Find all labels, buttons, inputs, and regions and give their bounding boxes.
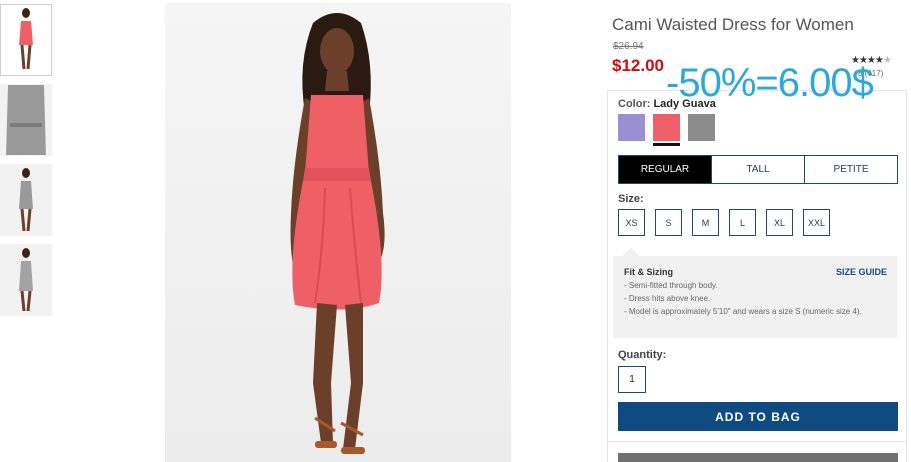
gray-dress-front-image [19, 168, 33, 232]
discount-overlay-text: -50%=6.00$ [666, 61, 874, 105]
panel-divider [607, 441, 907, 442]
list-item: - Semi-fitted through body. [624, 281, 718, 290]
size-xl-button[interactable]: XL [766, 209, 793, 236]
size-s-button[interactable]: S [655, 209, 682, 236]
tab-petite[interactable]: PETITE [804, 156, 897, 183]
size-guide-link[interactable]: SIZE GUIDE [836, 267, 887, 277]
tab-tall[interactable]: TALL [711, 156, 804, 183]
main-product-image[interactable] [165, 3, 511, 462]
thumbnail-strip [0, 4, 54, 324]
size-l-button[interactable]: L [729, 209, 756, 236]
quantity-label: Quantity: [618, 349, 667, 361]
tab-regular[interactable]: REGULAR [619, 156, 711, 183]
fit-tabs: REGULAR TALL PETITE [618, 155, 898, 184]
gray-dress-back-image [19, 248, 33, 312]
size-label: Size: [618, 193, 644, 205]
list-item: - Model is approximately 5'10" and wears… [624, 307, 862, 316]
thumb-front[interactable] [0, 4, 52, 76]
fit-details-list: - Semi-fitted through body. - Dress hits… [624, 281, 886, 320]
list-item: - Dress hits above knee. [624, 294, 711, 303]
color-swatch-purple[interactable] [618, 114, 645, 141]
thumb-gray-back[interactable] [0, 244, 52, 316]
model-in-dress-image [165, 3, 511, 462]
quantity-input[interactable]: 1 [618, 366, 646, 393]
size-xxl-button[interactable]: XXL [803, 209, 830, 236]
fit-sizing-box: Fit & Sizing SIZE GUIDE - Semi-fitted th… [613, 247, 897, 338]
fit-sizing-title: Fit & Sizing [624, 267, 673, 277]
thumb-gray-front[interactable] [0, 164, 52, 236]
product-title: Cami Waisted Dress for Women [612, 15, 854, 34]
secondary-action-bar[interactable] [618, 453, 898, 462]
gray-dress-detail-image [6, 85, 46, 155]
add-to-bag-button[interactable]: ADD TO BAG [618, 402, 898, 431]
sale-price: $12.00 [612, 56, 664, 75]
thumb-gray-detail[interactable] [0, 84, 52, 156]
size-xs-button[interactable]: XS [618, 209, 645, 236]
color-label-text: Color: [618, 98, 651, 110]
selected-swatch-indicator [653, 143, 680, 146]
color-swatch-lady-guava[interactable] [653, 114, 680, 141]
color-swatch-gray[interactable] [688, 114, 715, 141]
model-thumbnail-image [19, 8, 33, 70]
rating-star-empty: ★ [882, 55, 892, 66]
size-m-button[interactable]: M [692, 209, 719, 236]
original-price: $26.94 [613, 41, 644, 52]
